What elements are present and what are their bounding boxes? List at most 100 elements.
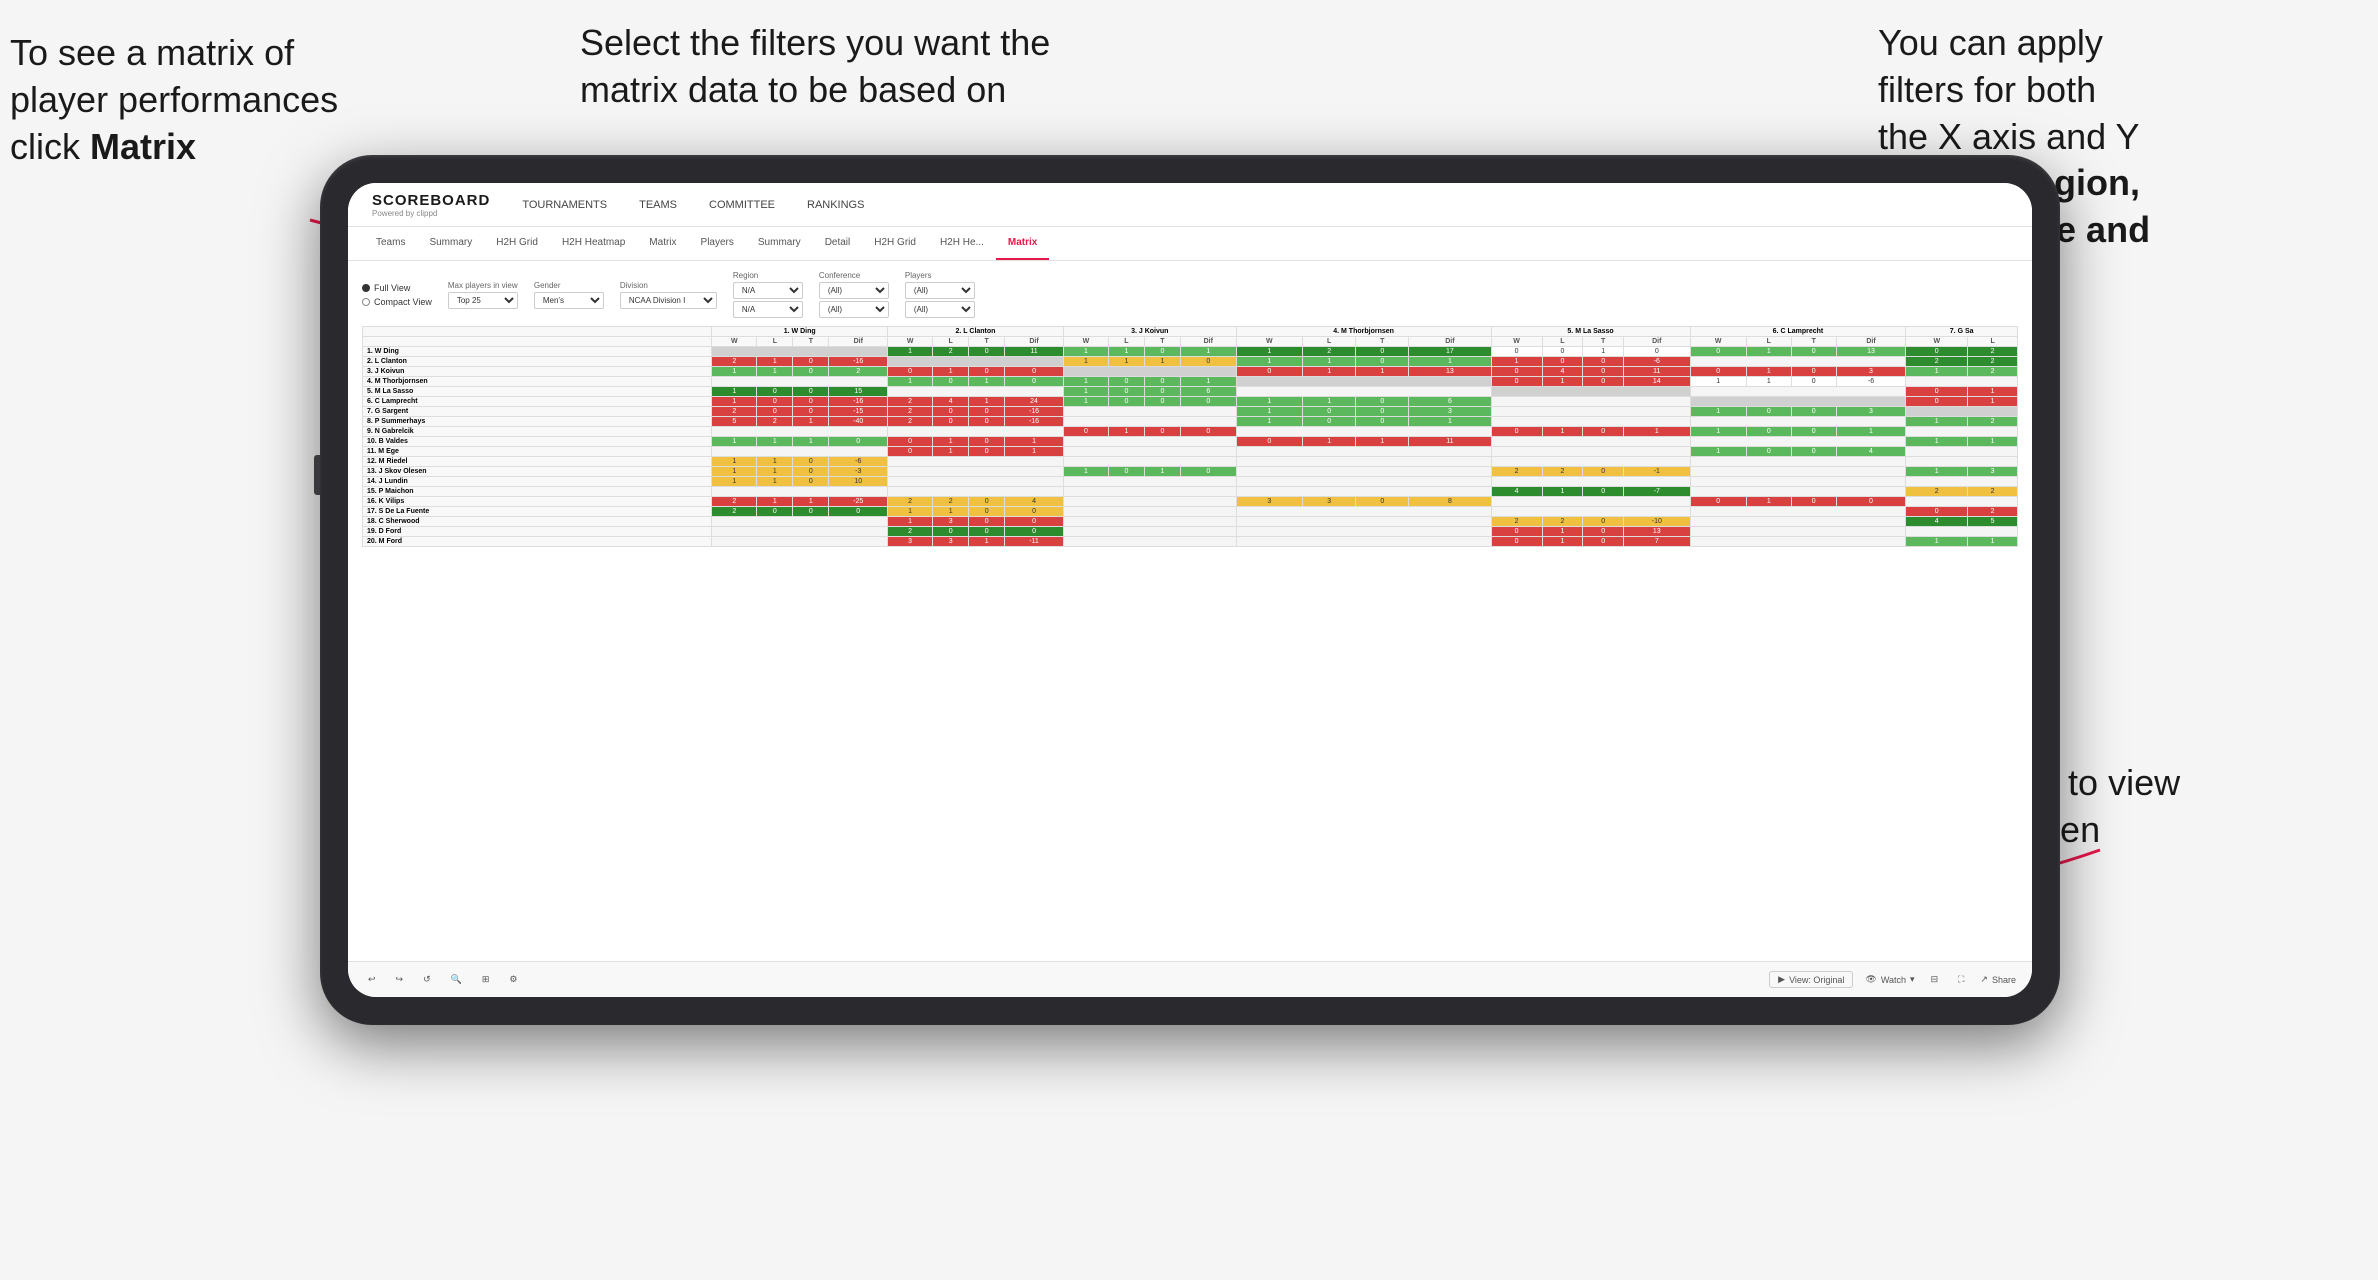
cell-13-0-0: 1 <box>712 477 757 487</box>
cell-0-5-1: 1 <box>1746 347 1791 357</box>
nav-rankings[interactable]: RANKINGS <box>807 197 864 213</box>
watch-btn[interactable]: 👁 Watch ▾ <box>1865 974 1914 985</box>
top-nav: SCOREBOARD Powered by clippd TOURNAMENTS… <box>348 183 2032 227</box>
cell-19-3 <box>1236 537 1491 547</box>
cell-17-5 <box>1690 517 1906 527</box>
cell-3-5-1: 1 <box>1746 377 1791 387</box>
cell-18-6 <box>1906 527 2018 537</box>
conference-select-2[interactable]: (All) <box>819 301 889 318</box>
cell-1-0-3: -16 <box>829 357 888 367</box>
refresh-btn[interactable]: ↺ <box>419 972 435 987</box>
zoom-out-btn[interactable]: 🔍 <box>447 972 466 987</box>
cell-12-0-3: -3 <box>829 467 888 477</box>
division-label: Division <box>620 281 717 290</box>
cell-9-0-2: 1 <box>793 437 829 447</box>
tab-detail[interactable]: Detail <box>813 227 863 260</box>
compact-view-radio[interactable] <box>362 298 370 306</box>
tab-summary[interactable]: Summary <box>417 227 484 260</box>
tab-h2h-grid[interactable]: H2H Grid <box>484 227 550 260</box>
cell-0-2-2: 0 <box>1144 347 1180 357</box>
col-header-1: 1. W Ding <box>712 327 888 337</box>
cell-8-2-3: 0 <box>1180 427 1236 437</box>
cell-3-5-0: 1 <box>1690 377 1746 387</box>
full-view-radio[interactable] <box>362 284 370 292</box>
cell-9-0-3: 0 <box>829 437 888 447</box>
cell-3-4-1: 1 <box>1542 377 1583 387</box>
cell-16-4 <box>1491 507 1690 517</box>
cell-0-3-0: 1 <box>1236 347 1302 357</box>
tab-h2h-heatmap[interactable]: H2H Heatmap <box>550 227 637 260</box>
tab-h2h-he[interactable]: H2H He... <box>928 227 996 260</box>
cell-2-3-3: 13 <box>1409 367 1491 377</box>
cell-16-0-3: 0 <box>829 507 888 517</box>
cell-1-0-2: 0 <box>793 357 829 367</box>
tab-h2h-grid-2[interactable]: H2H Grid <box>862 227 928 260</box>
redo-btn[interactable]: ↪ <box>392 972 408 987</box>
tab-summary-2[interactable]: Summary <box>746 227 813 260</box>
share-btn[interactable]: ↗ Share <box>1980 974 2016 985</box>
cell-0-3-3: 17 <box>1409 347 1491 357</box>
cell-18-1-1: 0 <box>933 527 969 537</box>
cell-7-0-2: 1 <box>793 417 829 427</box>
sh-5-l: L <box>1542 337 1583 347</box>
cell-5-3-3: 6 <box>1409 397 1491 407</box>
row-header-13: 14. J Lundin <box>363 477 712 487</box>
cell-10-6 <box>1906 447 2018 457</box>
sh-4-dif: Dif <box>1409 337 1491 347</box>
cell-7-4 <box>1491 417 1690 427</box>
watch-label: Watch <box>1881 975 1906 985</box>
undo-btn[interactable]: ↩ <box>364 972 380 987</box>
tab-teams[interactable]: Teams <box>364 227 417 260</box>
grid-icon-btn[interactable]: ⊟ <box>1927 972 1943 987</box>
cell-12-5 <box>1690 467 1906 477</box>
cell-10-1-3: 1 <box>1005 447 1064 457</box>
cell-0-4-0: 0 <box>1491 347 1542 357</box>
gender-select[interactable]: Men's <box>534 292 604 309</box>
row-col-subheader <box>363 337 712 347</box>
cell-7-6-1: 2 <box>1968 417 2018 427</box>
players-select-1[interactable]: (All) <box>905 282 975 299</box>
cell-1-2-1: 1 <box>1108 357 1144 367</box>
cell-1-3-1: 1 <box>1303 357 1356 367</box>
cell-1-4-3: -6 <box>1624 357 1691 367</box>
conference-select-1[interactable]: (All) <box>819 282 889 299</box>
cell-15-5-1: 1 <box>1746 497 1791 507</box>
expand-btn[interactable]: ⛶ <box>1954 972 1968 987</box>
division-select[interactable]: NCAA Division I <box>620 292 717 309</box>
cell-9-6-0: 1 <box>1906 437 1968 447</box>
grid-btn[interactable]: ⊞ <box>478 972 494 987</box>
cell-2-3-2: 1 <box>1356 367 1409 377</box>
cell-9-3-0: 0 <box>1236 437 1302 447</box>
cell-5-2-1: 0 <box>1108 397 1144 407</box>
cell-2-1-2: 0 <box>969 367 1005 377</box>
nav-tournaments[interactable]: TOURNAMENTS <box>522 197 607 213</box>
tab-players[interactable]: Players <box>689 227 746 260</box>
tab-matrix[interactable]: Matrix <box>637 227 688 260</box>
cell-2-5-3: 3 <box>1836 367 1906 377</box>
region-select-1[interactable]: N/A <box>733 282 803 299</box>
region-select-2[interactable]: N/A <box>733 301 803 318</box>
cell-0-4-3: 0 <box>1624 347 1691 357</box>
cell-2-6-1: 2 <box>1968 367 2018 377</box>
cell-9-0-1: 1 <box>757 437 793 447</box>
cell-3-4-3: 14 <box>1624 377 1691 387</box>
max-players-select[interactable]: Top 25 <box>448 292 518 309</box>
full-view-option[interactable]: Full View <box>362 283 432 293</box>
cell-17-0 <box>712 517 888 527</box>
settings-btn[interactable]: ⚙ <box>505 972 521 987</box>
cell-9-3-1: 1 <box>1303 437 1356 447</box>
watch-icon: 👁 <box>1865 974 1876 985</box>
cell-0-6-0: 0 <box>1906 347 1968 357</box>
compact-view-option[interactable]: Compact View <box>362 297 432 307</box>
cell-10-5-0: 1 <box>1690 447 1746 457</box>
sh-4-t: T <box>1356 337 1409 347</box>
row-header-2: 3. J Koivun <box>363 367 712 377</box>
players-select-2[interactable]: (All) <box>905 301 975 318</box>
ann-tl-line2: player performances <box>10 79 338 120</box>
nav-teams[interactable]: TEAMS <box>639 197 677 213</box>
nav-committee[interactable]: COMMITTEE <box>709 197 775 213</box>
cell-11-5 <box>1690 457 1906 467</box>
tab-matrix-active[interactable]: Matrix <box>996 227 1049 260</box>
col-header-7: 7. G Sa <box>1906 327 2018 337</box>
view-original-btn[interactable]: ▶ View: Original <box>1769 971 1853 988</box>
